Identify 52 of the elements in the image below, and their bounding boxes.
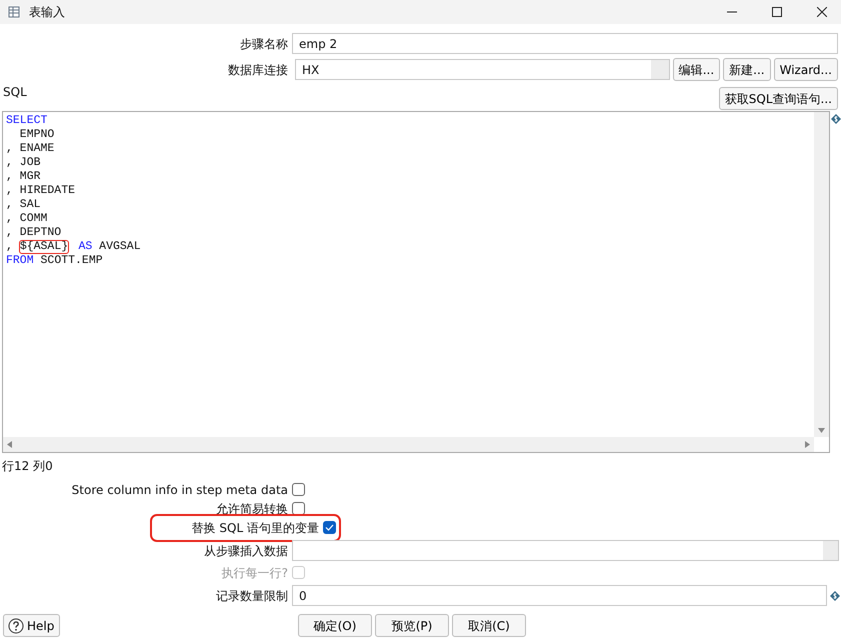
field-label: 记录数量限制 — [215, 588, 289, 604]
code-line: , JOB — [6, 156, 42, 170]
text-field[interactable]: emp 2 — [292, 33, 838, 54]
scroll-right-icon — [805, 441, 810, 448]
checkbox[interactable] — [292, 502, 305, 515]
checkbox[interactable] — [292, 483, 305, 496]
scroll-left-icon — [7, 441, 12, 448]
dialog-button[interactable]: 确定(O) — [298, 614, 372, 637]
field-label: 从步骤插入数据 — [203, 542, 289, 560]
help-icon — [8, 618, 24, 634]
code-token: , — [6, 240, 14, 253]
dropdown-field[interactable] — [292, 540, 839, 561]
vertical-scrollbar[interactable] — [814, 112, 829, 437]
help-button[interactable]: Help — [3, 614, 60, 637]
table-icon — [8, 6, 21, 18]
highlighted-token: ${ASAL} — [20, 241, 68, 253]
variable-icon — [831, 114, 841, 124]
variable-icon — [830, 590, 840, 600]
code-line: SELECT — [6, 114, 48, 128]
close-icon[interactable] — [817, 7, 827, 17]
check-icon — [325, 524, 334, 531]
code-token: AVGSAL — [98, 240, 141, 253]
checkbox-label: 执行每一行? — [220, 564, 289, 582]
field-label: 步骤名称 — [239, 36, 289, 52]
text-field[interactable]: 0 — [292, 585, 827, 606]
fetch-sql-button[interactable]: 获取SQL查询语句... — [718, 87, 838, 110]
checkbox-label: Store column info in step meta data — [70, 482, 289, 498]
sql-editor[interactable]: SELECT EMPNO , ENAME , JOB , MGR , HIREDATE , SAL , COMM , DEPTNO , ${ASAL} AS AVGSAL FROM SCOTT.EMP — [2, 111, 830, 453]
cursor-position: 行12 列0 — [1, 458, 54, 475]
connection-button[interactable]: Wizard... — [774, 58, 838, 81]
code-line: , COMM — [6, 212, 48, 226]
horizontal-scrollbar[interactable] — [3, 437, 814, 452]
connection-button[interactable]: 新建... — [723, 58, 771, 81]
code-line: , SAL — [6, 198, 42, 212]
checkbox-label: 替换 SQL 语句里的变量 — [190, 520, 320, 536]
field-label: 数据库连接 — [227, 62, 289, 78]
code-line: FROM SCOTT.EMP — [6, 254, 104, 268]
dropdown-field[interactable]: HX — [295, 59, 670, 80]
checkbox[interactable] — [323, 521, 336, 534]
connection-button[interactable]: 编辑... — [672, 58, 720, 81]
code-line: , HIREDATE — [6, 184, 76, 198]
maximize-icon[interactable] — [772, 7, 782, 17]
code-token: AS — [78, 240, 92, 253]
code-line: , MGR — [6, 170, 42, 184]
code-line: , DEPTNO — [6, 226, 62, 240]
dialog-button[interactable]: 预览(P) — [375, 614, 449, 637]
dialog-button[interactable]: 取消(C) — [452, 614, 526, 637]
window-title: 表输入 — [29, 4, 65, 21]
code-line: , ENAME — [6, 142, 56, 156]
code-line: EMPNO — [18, 128, 56, 142]
sql-label: SQL — [2, 84, 27, 101]
scroll-down-icon — [818, 428, 825, 433]
